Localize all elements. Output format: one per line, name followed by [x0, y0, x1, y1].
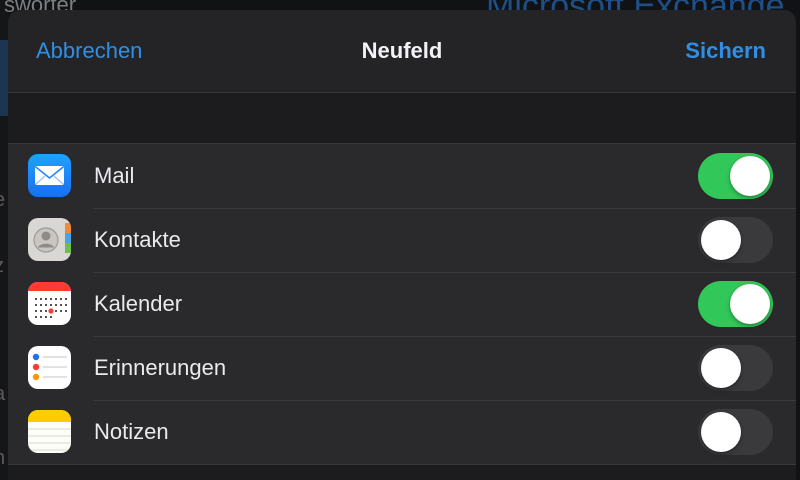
save-button[interactable]: Sichern: [685, 36, 766, 66]
list-item-reminders: Erinnerungen: [8, 336, 796, 400]
list-item-contacts: Kontakte: [8, 208, 796, 272]
mail-toggle[interactable]: [698, 153, 773, 199]
toggle-knob: [701, 348, 741, 388]
list-item-calendar: Kalender: [8, 272, 796, 336]
page-title: Neufeld: [361, 38, 443, 63]
list-item-label: Erinnerungen: [94, 355, 227, 380]
background-edge-text: t e z a h: [0, 0, 8, 480]
calendar-toggle[interactable]: [698, 281, 773, 327]
reminders-toggle[interactable]: [698, 345, 773, 391]
list-item-label: Kalender: [94, 291, 183, 316]
toggle-knob: [701, 220, 741, 260]
reminders-icon: [28, 346, 71, 389]
list-item-label: Kontakte: [94, 227, 181, 252]
toggle-knob: [730, 284, 770, 324]
list-item-notes: Notizen: [8, 400, 796, 464]
notes-icon: [28, 410, 71, 453]
section-spacer: [8, 93, 796, 143]
list-item-label: Mail: [94, 163, 135, 188]
background-edge-char: z: [0, 256, 4, 276]
contacts-icon: [28, 218, 71, 261]
toggle-knob: [730, 156, 770, 196]
modal-sheet: Abbrechen Neufeld Sichern Mail Kontakte …: [8, 10, 796, 480]
contacts-toggle[interactable]: [698, 217, 773, 263]
list-item-label: Notizen: [94, 419, 169, 444]
navigation-bar: Abbrechen Neufeld Sichern: [8, 10, 796, 93]
notes-toggle[interactable]: [698, 409, 773, 455]
calendar-icon: [28, 282, 71, 325]
toggle-knob: [701, 412, 741, 452]
mail-icon: [28, 154, 71, 197]
list-bottom-divider: [8, 464, 796, 465]
list-item-mail: Mail: [8, 144, 796, 208]
background-edge-char: e: [0, 190, 5, 210]
background-edge-char: a: [0, 384, 5, 404]
services-list: Mail Kontakte Kalender Erinnerungen Noti…: [8, 143, 796, 464]
background-edge-char: h: [0, 448, 5, 468]
